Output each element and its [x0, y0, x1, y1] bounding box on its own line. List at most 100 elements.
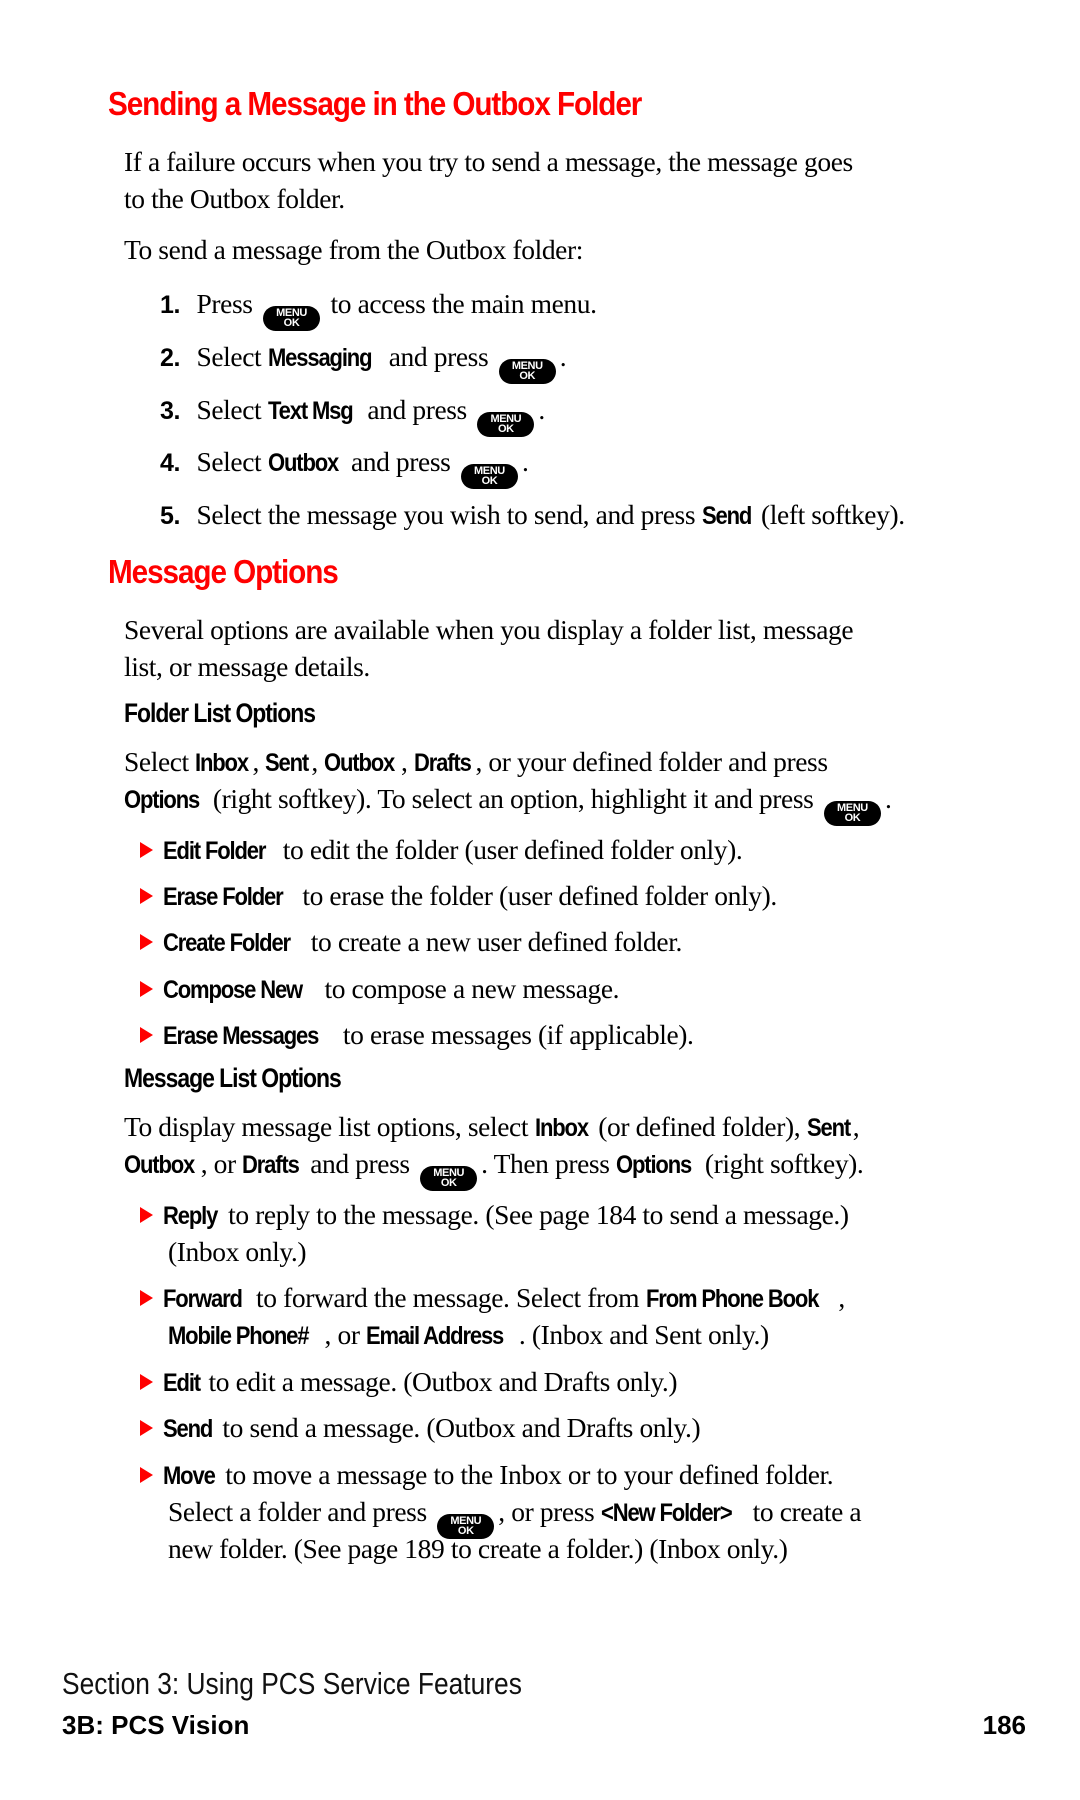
option-description: to edit a message. (Outbox and Drafts on…: [208, 1366, 678, 1397]
intro-paragraph: If a failure occurs when you try to send…: [124, 143, 1004, 217]
text: , or press: [498, 1496, 595, 1527]
folder-list-line-2: Options (right softkey). To select an op…: [124, 780, 892, 826]
option-name: Send: [163, 1415, 213, 1443]
step-text: .: [538, 394, 545, 425]
folder-option-item: Compose New to compose a new message.: [140, 970, 620, 1009]
option-description: to create a new user defined folder.: [310, 926, 683, 957]
message-list-line-2: Outbox, or Drafts and press MENU OK. Then…: [124, 1145, 864, 1191]
option-name: Compose New: [163, 976, 303, 1004]
bullet-arrow-icon: [140, 981, 153, 997]
text: . (Inbox and Sent only.): [518, 1319, 769, 1350]
option-name: Move: [163, 1462, 216, 1490]
option-name: Forward: [163, 1285, 243, 1313]
option-description-cont: (Inbox only.): [168, 1236, 307, 1267]
bold-drafts: Drafts: [242, 1151, 300, 1179]
message-list-line-1: To display message list options, select …: [124, 1108, 860, 1147]
option-description: to send a message. (Outbox and Drafts on…: [222, 1412, 701, 1443]
step-bold: Send: [701, 502, 752, 530]
text: To display message list options, select: [124, 1111, 529, 1142]
bold-email-address: Email Address: [366, 1322, 504, 1350]
option-name: Create Folder: [163, 929, 291, 957]
bold-options: Options: [124, 786, 200, 814]
message-option-forward: Forward to forward the message. Select f…: [140, 1279, 845, 1318]
text: Select: [124, 746, 189, 777]
menu-ok-key-icon: MENU OK: [263, 305, 321, 331]
bullet-arrow-icon: [140, 1374, 153, 1390]
text: , or: [200, 1148, 236, 1179]
option-description: to edit the folder (user defined folder …: [282, 834, 743, 865]
step-text: and press: [367, 394, 467, 425]
option-description: to move a message to the Inbox or to you…: [225, 1459, 834, 1490]
bold-drafts: Drafts: [414, 749, 472, 777]
text: and press: [310, 1148, 410, 1179]
folder-option-item: Erase Messages to erase messages (if app…: [140, 1016, 694, 1055]
step-text: and press: [350, 446, 451, 477]
bullet-arrow-icon: [140, 888, 153, 904]
message-option-reply: Reply to reply to the message. (See page…: [140, 1196, 849, 1235]
step-number: 3.: [160, 397, 181, 425]
bullet-arrow-icon: [140, 934, 153, 950]
menu-ok-key-icon: MENU OK: [420, 1165, 478, 1191]
text: .: [884, 783, 892, 814]
option-description: to forward the message. Select from: [256, 1282, 640, 1313]
bullet-arrow-icon: [140, 1290, 153, 1306]
message-option-forward-cont: Mobile Phone# , or Email Address . (Inbox …: [168, 1316, 769, 1355]
intro-line-1: If a failure occurs when you try to send…: [124, 146, 853, 177]
bullet-arrow-icon: [140, 1207, 153, 1223]
step-number: 1.: [160, 291, 181, 319]
options-intro-line-2: list, or message details.: [124, 651, 370, 682]
step-text: Select: [196, 446, 262, 477]
step-text: Select: [196, 341, 262, 372]
option-description: to reply to the message. (See page 184 t…: [228, 1199, 849, 1230]
step-bold: Outbox: [267, 449, 339, 477]
bullet-arrow-icon: [140, 1420, 153, 1436]
step-number: 2.: [160, 344, 181, 372]
intro-line-2: to the Outbox folder.: [124, 183, 345, 214]
text: ,: [852, 1111, 860, 1142]
text: (right softkey).: [704, 1148, 864, 1179]
option-name: Edit: [163, 1369, 201, 1397]
section-title-outbox: Sending a Message in the Outbox Folder: [108, 85, 642, 122]
step-5: 5. Select the message you wish to send, …: [160, 496, 905, 535]
menu-ok-key-icon: MENU OK: [498, 358, 556, 384]
bold-options: Options: [616, 1151, 692, 1179]
text: ,: [838, 1282, 845, 1313]
folder-option-item: Erase Folder to erase the folder (user d…: [140, 877, 777, 916]
bullet-arrow-icon: [140, 1027, 153, 1043]
bold-inbox: Inbox: [534, 1114, 589, 1142]
section-title-message-options: Message Options: [108, 553, 339, 590]
option-description: to compose a new message.: [324, 973, 620, 1004]
text: . Then press: [481, 1148, 610, 1179]
footer-section-title: Section 3: Using PCS Service Features: [62, 1666, 522, 1701]
option-name: Erase Folder: [163, 883, 284, 911]
bullet-arrow-icon: [140, 1467, 153, 1483]
option-name: Edit Folder: [163, 837, 266, 865]
step-4: 4. Select Outbox and press MENU OK.: [160, 443, 529, 489]
menu-ok-key-icon: MENU OK: [460, 463, 518, 489]
options-intro: Several options are available when you d…: [124, 611, 1004, 685]
step-number: 5.: [160, 502, 181, 530]
option-name: Reply: [163, 1202, 218, 1230]
folder-list-line-1: Select Inbox, Sent, Outbox, Drafts, or y…: [124, 743, 828, 782]
message-option-move: Move to move a message to the Inbox or t…: [140, 1456, 834, 1495]
step-text: and press: [388, 341, 489, 372]
step-text: .: [559, 341, 567, 372]
folder-list-options-heading: Folder List Options: [124, 698, 316, 728]
text: , or your defined folder and press: [475, 746, 828, 777]
options-intro-line-1: Several options are available when you d…: [124, 614, 854, 645]
bold-inbox: Inbox: [195, 749, 249, 777]
bold-outbox: Outbox: [324, 749, 395, 777]
text: (right softkey). To select an option, hi…: [212, 783, 814, 814]
footer-subsection: 3B: PCS Vision: [62, 1710, 250, 1740]
bold-from-phone-book: From Phone Book: [645, 1285, 819, 1313]
message-option-edit: Edit to edit a message. (Outbox and Draf…: [140, 1363, 678, 1402]
step-text: Press: [196, 288, 253, 319]
menu-ok-key-icon: MENU OK: [823, 800, 881, 826]
step-text: Select the message you wish to send, and…: [196, 499, 696, 530]
page-number: 186: [982, 1710, 1026, 1740]
step-1: 1. Press MENU OK to access the main menu.: [160, 285, 597, 331]
bold-sent: Sent: [806, 1114, 851, 1142]
folder-option-item: Edit Folder to edit the folder (user def…: [140, 831, 743, 870]
step-text: (left softkey).: [761, 499, 905, 530]
bold-new-folder: <New Folder>: [600, 1499, 733, 1527]
